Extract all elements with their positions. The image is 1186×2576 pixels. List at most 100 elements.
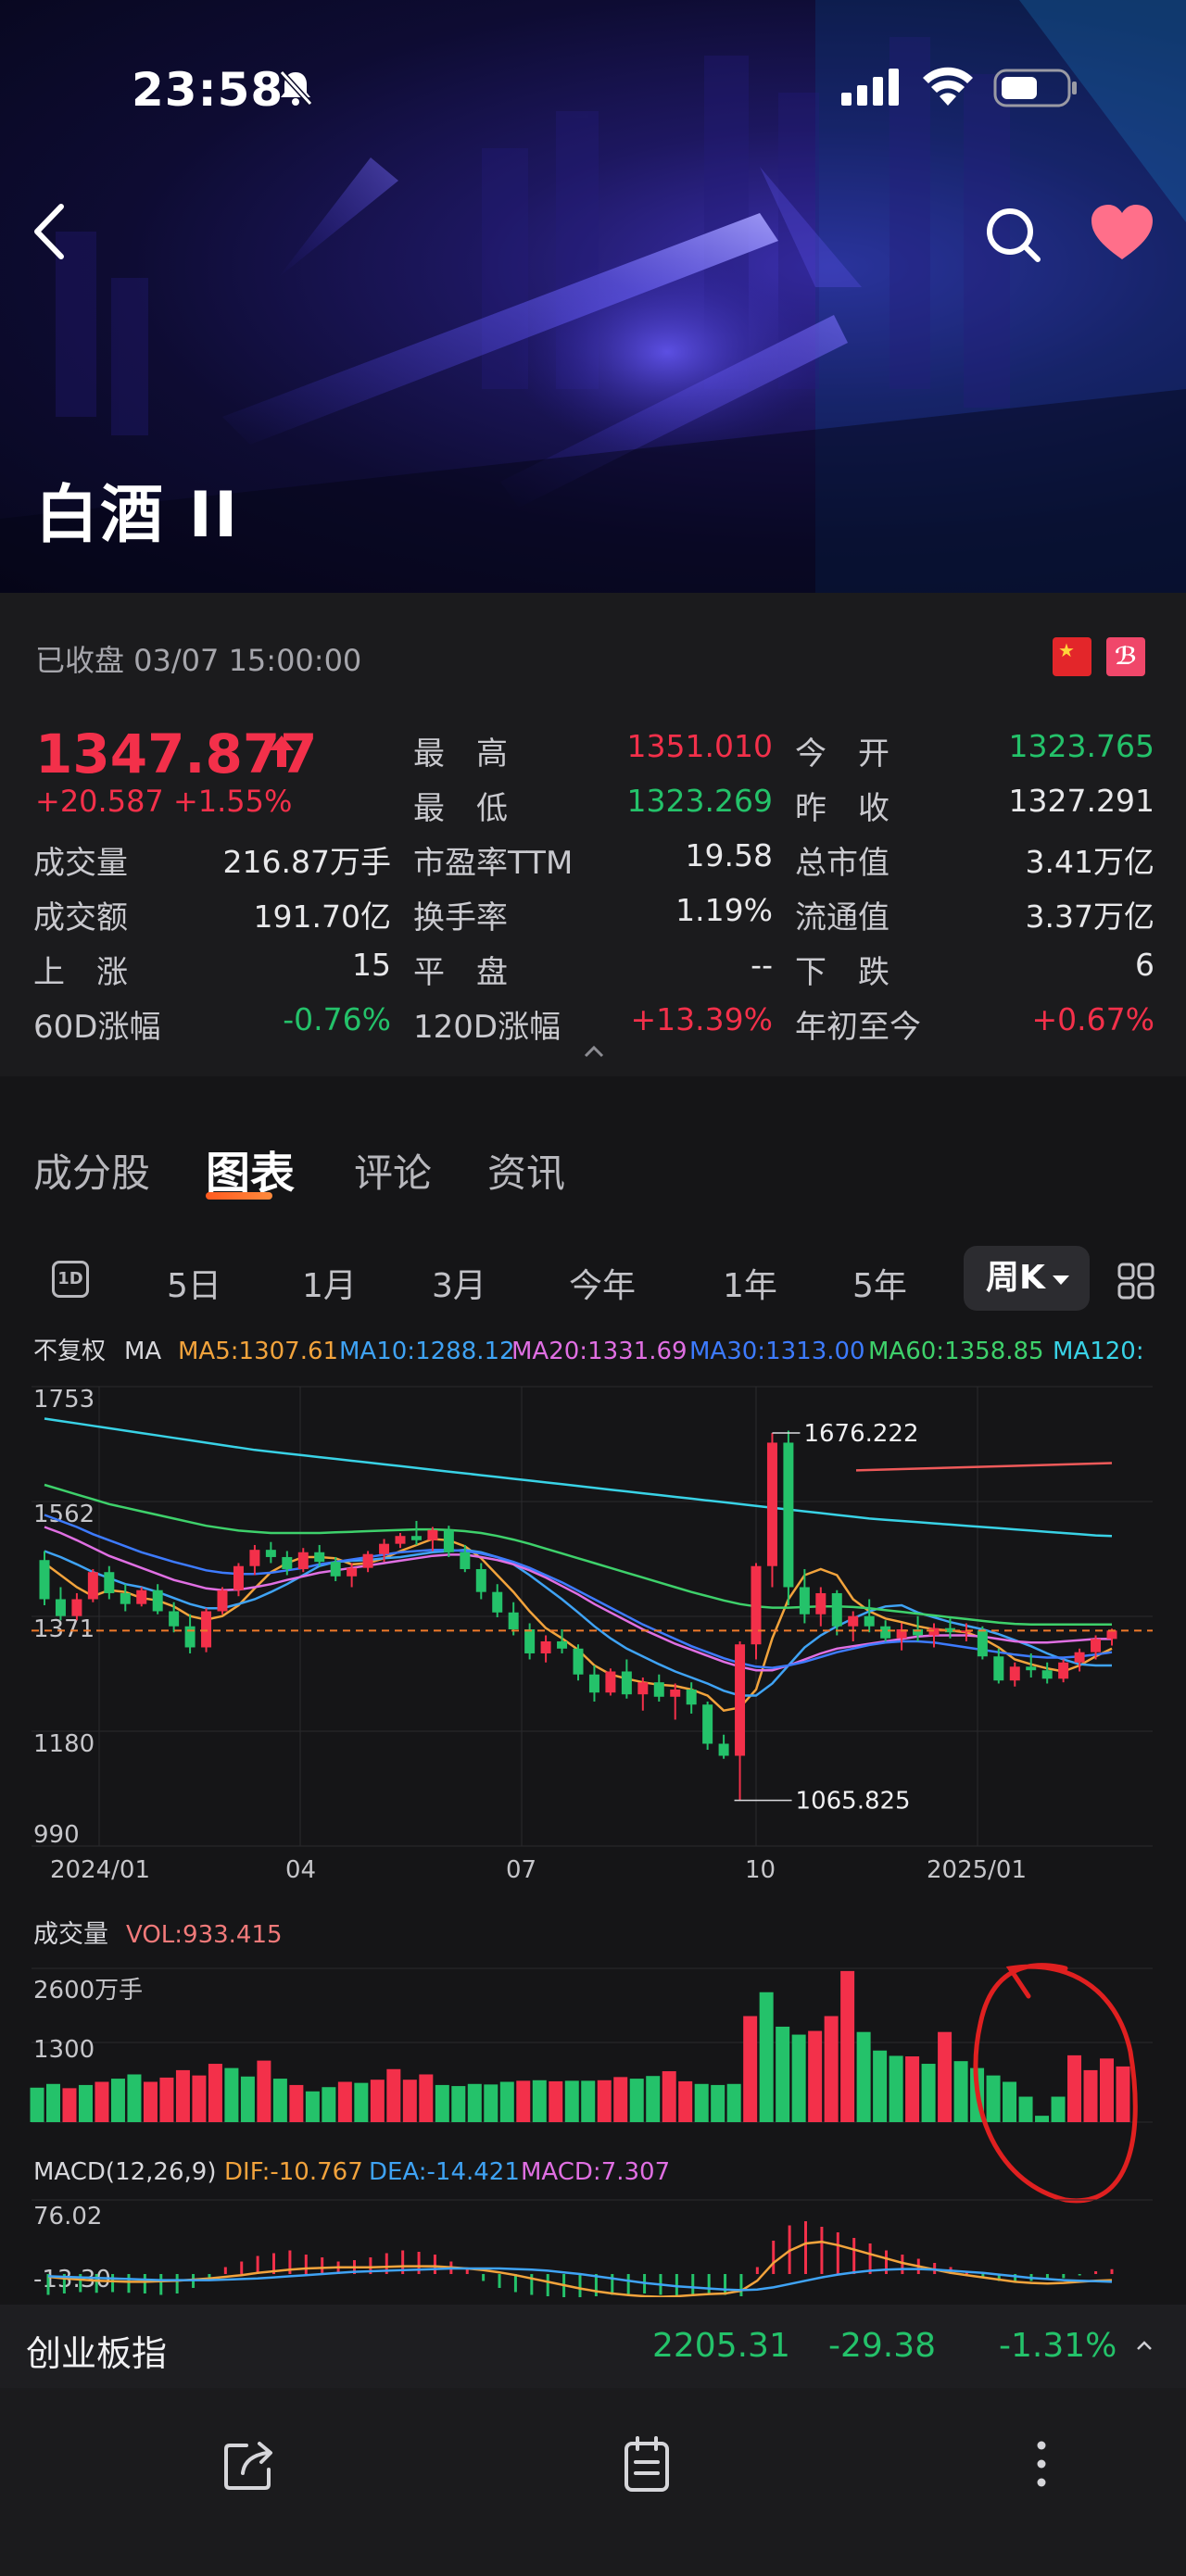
period-1y[interactable]: 1年 bbox=[723, 1259, 777, 1307]
candle bbox=[136, 1590, 147, 1604]
volume-y-tick: 1300 bbox=[33, 2036, 95, 2064]
candle bbox=[184, 1626, 196, 1648]
volume-bar bbox=[564, 2080, 579, 2122]
candle bbox=[249, 1550, 260, 1566]
active-tab-indicator bbox=[206, 1192, 272, 1200]
candle bbox=[848, 1615, 859, 1627]
volume-bar bbox=[1116, 2066, 1130, 2122]
candle bbox=[169, 1611, 180, 1627]
candle bbox=[702, 1704, 713, 1744]
ma-legend-item: MA10:1288.12 bbox=[339, 1338, 515, 1365]
volume-bar bbox=[662, 2071, 676, 2122]
kline-chart[interactable]: 不复权 MA MA5:1307.61 MA10:1288.12 MA20:1331.69… bbox=[0, 1320, 1186, 2297]
volume-bar bbox=[986, 2075, 1001, 2122]
candle bbox=[314, 1552, 325, 1563]
volume-value: VOL:933.415 bbox=[126, 1921, 283, 1949]
x-axis-tick: 2024/01 bbox=[50, 1856, 150, 1884]
x-axis-tick: 10 bbox=[745, 1856, 776, 1884]
volume-bar bbox=[1003, 2081, 1017, 2122]
back-arrow-icon[interactable] bbox=[28, 199, 74, 264]
candle bbox=[475, 1568, 486, 1592]
volume-bar bbox=[776, 2026, 790, 2122]
volume-bar bbox=[95, 2081, 109, 2122]
ma-legend-item: MA120: bbox=[1053, 1338, 1144, 1365]
quote-label: 成交额 bbox=[33, 899, 128, 936]
volume-bar bbox=[30, 2087, 44, 2122]
cell-signal-icon bbox=[841, 69, 899, 106]
section-tabs: 成分股 图表 评论 资讯 bbox=[0, 1088, 1186, 1200]
volume-bar bbox=[240, 2076, 255, 2122]
volume-bar bbox=[921, 2064, 936, 2122]
expand-caret-icon[interactable] bbox=[1136, 2340, 1153, 2351]
volume-bar bbox=[711, 2084, 725, 2122]
volume-bar bbox=[272, 2079, 287, 2122]
hero-header: 23:58 白酒 II bbox=[0, 0, 1186, 593]
market-badge-icon[interactable]: ℬ bbox=[1106, 637, 1145, 676]
volume-bar bbox=[1067, 2055, 1082, 2122]
volume-y-tick: 2600万手 bbox=[33, 1977, 143, 2004]
app-screen: 23:58 白酒 II 已收盘 03/07 15:00:00 ★ ℬ 1347.… bbox=[0, 0, 1186, 2576]
period-5d[interactable]: 5日 bbox=[167, 1259, 221, 1307]
favorite-heart-icon[interactable] bbox=[1088, 202, 1156, 263]
quote-value: 15 bbox=[352, 947, 391, 983]
volume-bar bbox=[516, 2080, 531, 2122]
period-selector: 1D 5日 1月 3月 今年 1年 5年 周K bbox=[0, 1237, 1186, 1320]
period-5y[interactable]: 5年 bbox=[852, 1259, 907, 1307]
share-icon[interactable] bbox=[221, 2434, 280, 2494]
x-axis-tick: 2025/01 bbox=[927, 1856, 1027, 1884]
status-time: 23:58 bbox=[132, 63, 284, 117]
page-title: 白酒 II bbox=[35, 479, 240, 552]
candle bbox=[152, 1590, 163, 1612]
candle bbox=[621, 1671, 632, 1695]
volume-bar bbox=[694, 2083, 709, 2122]
quote-value: -0.76% bbox=[283, 1001, 391, 1037]
collapse-caret-icon[interactable] bbox=[584, 1045, 604, 1058]
battery-icon bbox=[993, 69, 1077, 107]
tab-components[interactable]: 成分股 bbox=[33, 1142, 150, 1199]
period-weekly-k-dropdown[interactable]: 周K bbox=[964, 1246, 1090, 1311]
candle bbox=[1074, 1652, 1085, 1663]
volume-bar bbox=[402, 2080, 417, 2122]
volume-bar bbox=[78, 2084, 93, 2122]
volume-bar bbox=[889, 2055, 903, 2122]
candle bbox=[653, 1682, 664, 1697]
candle bbox=[735, 1644, 746, 1756]
candle bbox=[460, 1552, 471, 1569]
period-ytd[interactable]: 今年 bbox=[569, 1259, 636, 1307]
layout-grid-icon[interactable] bbox=[1117, 1263, 1154, 1300]
candle bbox=[977, 1630, 988, 1657]
macd-dea: DEA:-14.421 bbox=[369, 2158, 520, 2186]
tab-news[interactable]: 资讯 bbox=[487, 1142, 565, 1199]
volume-bar bbox=[791, 2034, 806, 2122]
more-options-icon[interactable] bbox=[1012, 2434, 1071, 2494]
volume-bar bbox=[856, 2031, 871, 2122]
notes-clipboard-icon[interactable] bbox=[617, 2434, 676, 2494]
candle bbox=[39, 1560, 50, 1600]
volume-bar bbox=[581, 2080, 596, 2122]
volume-bar bbox=[726, 2083, 741, 2122]
volume-bar bbox=[305, 2091, 320, 2122]
ticker-name: 创业板指 bbox=[26, 2333, 168, 2374]
quote-label: 60D涨幅 bbox=[33, 1009, 161, 1046]
period-3m[interactable]: 3月 bbox=[432, 1259, 486, 1307]
candle bbox=[783, 1442, 794, 1588]
period-1m[interactable]: 1月 bbox=[302, 1259, 357, 1307]
candle bbox=[1058, 1662, 1069, 1679]
market-close-status: 已收盘 03/07 15:00:00 bbox=[35, 643, 362, 678]
volume-bar bbox=[208, 2064, 222, 2122]
period-1d-button[interactable]: 1D bbox=[52, 1261, 89, 1298]
volume-bar bbox=[953, 2061, 968, 2122]
candle bbox=[1091, 1639, 1102, 1652]
tab-comments[interactable]: 评论 bbox=[354, 1142, 432, 1199]
chart-canvas[interactable]: 不复权 MA MA5:1307.61 MA10:1288.12MA20:1331.69… bbox=[0, 1320, 1186, 2297]
ticker-change: -29.38 bbox=[828, 2327, 937, 2365]
quote-label: 上 涨 bbox=[33, 954, 128, 991]
candle bbox=[379, 1543, 390, 1554]
candle bbox=[670, 1689, 681, 1697]
index-ticker-bar[interactable]: 创业板指 2205.31 -29.38 -1.31% bbox=[0, 2305, 1186, 2388]
quote-value: -- bbox=[751, 947, 773, 983]
candle bbox=[766, 1442, 777, 1566]
search-icon[interactable] bbox=[980, 202, 1045, 267]
candle bbox=[120, 1592, 131, 1604]
quote-value: 1327.291 bbox=[1008, 783, 1154, 819]
